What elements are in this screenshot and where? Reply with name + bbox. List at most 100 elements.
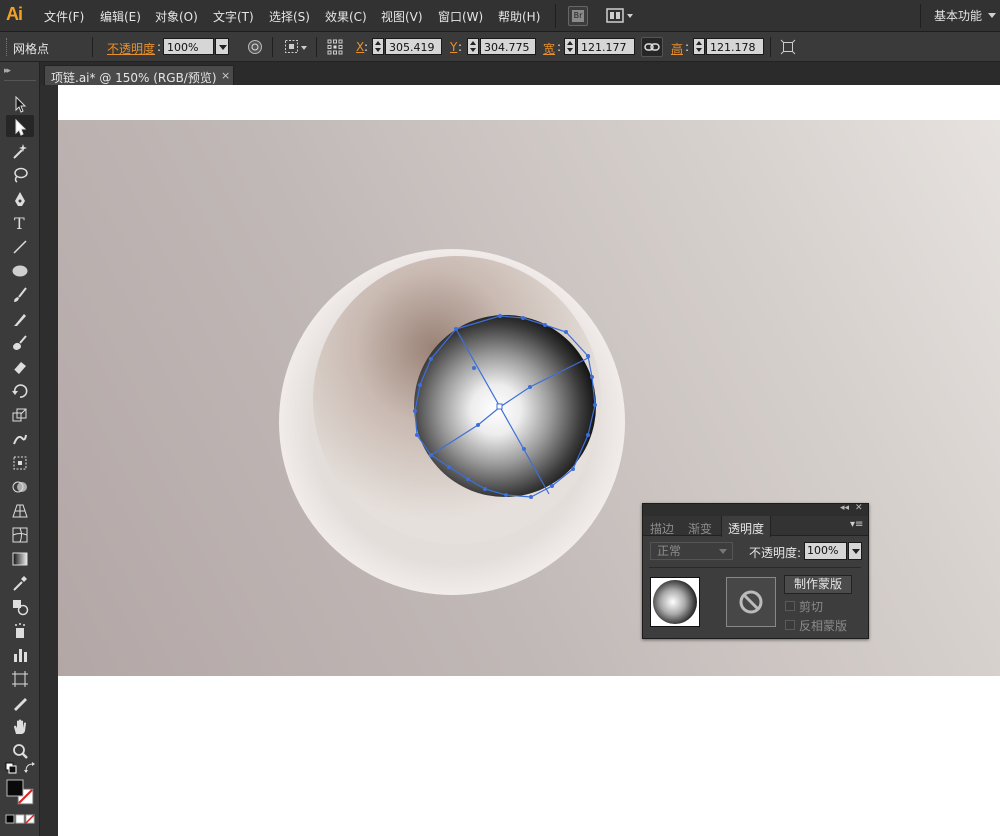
document-tab-title: 项链.ai* @ 150% (RGB/预览): [51, 71, 217, 85]
x-spinner[interactable]: [372, 38, 384, 55]
recolor-artwork-icon[interactable]: [247, 39, 263, 58]
opacity-dropdown-button[interactable]: [215, 38, 229, 55]
slice-tool-icon[interactable]: [6, 691, 34, 713]
menu-separator: [920, 4, 921, 28]
menu-type[interactable]: 文字(T): [213, 8, 254, 25]
paintbrush-icon[interactable]: [6, 283, 34, 305]
width-label[interactable]: 宽: [543, 40, 555, 57]
ellipse-tool-icon[interactable]: [6, 259, 34, 281]
pen-tool-icon[interactable]: [6, 187, 34, 209]
height-label[interactable]: 高: [671, 40, 683, 57]
tab-transparency[interactable]: 透明度: [721, 516, 772, 537]
eraser-icon[interactable]: [6, 355, 34, 377]
rotate-tool-icon[interactable]: [6, 379, 34, 401]
panel-opacity-dropdown[interactable]: [848, 542, 862, 560]
arrange-documents-button[interactable]: [606, 7, 634, 25]
direct-selection-tool-icon[interactable]: [6, 115, 34, 137]
blend-mode-select[interactable]: 正常: [650, 542, 733, 560]
magic-wand-icon[interactable]: [6, 139, 34, 161]
clip-label: 剪切: [799, 600, 824, 614]
column-graph-icon[interactable]: [6, 643, 34, 665]
swap-fill-stroke-icon[interactable]: [24, 762, 36, 777]
shape-builder-icon[interactable]: [6, 475, 34, 497]
no-mask-icon: [739, 590, 763, 614]
y-input[interactable]: 304.775: [480, 38, 536, 55]
canvas-gutter: [40, 85, 58, 836]
collapse-panel-icon[interactable]: ◂◂: [840, 503, 849, 513]
opacity-label[interactable]: 不透明度: [107, 40, 155, 57]
reference-point-icon[interactable]: [327, 39, 343, 58]
default-fill-stroke-icon[interactable]: [5, 762, 17, 777]
type-tool-icon[interactable]: T: [6, 211, 34, 233]
pearl-mesh-shape[interactable]: [414, 315, 596, 497]
workspace-switcher[interactable]: 基本功能: [934, 7, 982, 24]
panel-collapse-icon[interactable]: ▸▸: [4, 66, 11, 76]
transform-reference-icon[interactable]: [284, 38, 308, 59]
artwork-layer[interactable]: [58, 85, 1000, 836]
zoom-tool-icon[interactable]: [6, 739, 34, 761]
tab-stroke[interactable]: 描边: [650, 520, 674, 537]
close-panel-icon[interactable]: ✕: [855, 503, 863, 513]
control-separator: [272, 37, 273, 57]
gradient-tool-icon[interactable]: [6, 547, 34, 569]
lasso-icon[interactable]: [6, 163, 34, 185]
blend-tool-icon[interactable]: [6, 595, 34, 617]
mask-thumbnail-slot[interactable]: [726, 577, 776, 627]
clip-checkbox[interactable]: [785, 601, 795, 611]
height-spinner[interactable]: [693, 38, 705, 55]
width-spinner[interactable]: [564, 38, 576, 55]
menu-view[interactable]: 视图(V): [381, 8, 423, 25]
perspective-grid-icon[interactable]: [6, 499, 34, 521]
make-mask-button[interactable]: 制作蒙版: [784, 575, 852, 594]
x-input[interactable]: 305.419: [385, 38, 442, 55]
control-bar-grip[interactable]: [6, 38, 8, 56]
artboard-tool-icon[interactable]: [6, 667, 34, 689]
hand-tool-icon[interactable]: [6, 715, 34, 737]
panel-header[interactable]: ◂◂ ✕: [643, 503, 868, 516]
document-tab[interactable]: 项链.ai* @ 150% (RGB/预览) ×: [44, 65, 234, 85]
transform-options-icon[interactable]: [780, 39, 796, 58]
color-mode-icons[interactable]: [5, 813, 35, 827]
opacity-input[interactable]: 100%: [163, 38, 214, 55]
menu-window[interactable]: 窗口(W): [438, 8, 483, 25]
chevron-down-icon[interactable]: [988, 13, 996, 18]
y-spinner[interactable]: [467, 38, 479, 55]
opacity-colon: :: [157, 40, 162, 54]
menu-file[interactable]: 文件(F): [44, 8, 84, 25]
mesh-tool-icon[interactable]: [6, 523, 34, 545]
tools-divider: [4, 80, 36, 81]
constrain-proportions-button[interactable]: [641, 37, 663, 57]
menu-effect[interactable]: 效果(C): [325, 8, 367, 25]
close-icon[interactable]: ×: [221, 69, 230, 82]
selection-tool-icon[interactable]: [6, 92, 34, 114]
object-thumbnail[interactable]: [650, 577, 700, 627]
menu-select[interactable]: 选择(S): [269, 8, 310, 25]
panel-menu-icon[interactable]: ▾≡: [850, 519, 863, 530]
pencil-icon[interactable]: [6, 307, 34, 329]
invert-mask-checkbox[interactable]: [785, 620, 795, 630]
eyedropper-icon[interactable]: [6, 571, 34, 593]
control-separator: [92, 37, 93, 57]
pearl-thumbnail-icon: [653, 580, 697, 624]
control-bar: 网格点 不透明度 : 100% X : 305.419 Y : 304.775 …: [0, 32, 1000, 62]
height-colon: :: [685, 40, 690, 54]
warp-tool-icon[interactable]: [6, 427, 34, 449]
y-label[interactable]: Y: [450, 40, 457, 54]
control-separator: [316, 37, 317, 57]
width-input[interactable]: 121.177: [577, 38, 635, 55]
free-transform-icon[interactable]: [6, 451, 34, 473]
symbol-sprayer-icon[interactable]: [6, 619, 34, 641]
tab-gradient[interactable]: 渐变: [688, 520, 712, 537]
scale-tool-icon[interactable]: [6, 403, 34, 425]
x-label[interactable]: X: [356, 40, 364, 54]
bridge-button[interactable]: Br: [568, 6, 588, 26]
menu-edit[interactable]: 编辑(E): [100, 8, 141, 25]
panel-opacity-input[interactable]: 100%: [804, 542, 847, 560]
menu-object[interactable]: 对象(O): [155, 8, 198, 25]
menu-help[interactable]: 帮助(H): [498, 8, 540, 25]
height-input[interactable]: 121.178: [706, 38, 764, 55]
menu-bar: Ai 文件(F) 编辑(E) 对象(O) 文字(T) 选择(S) 效果(C) 视…: [0, 0, 1000, 32]
line-tool-icon[interactable]: [6, 235, 34, 257]
fill-stroke-swatches[interactable]: [5, 778, 35, 809]
blob-brush-icon[interactable]: [6, 331, 34, 353]
